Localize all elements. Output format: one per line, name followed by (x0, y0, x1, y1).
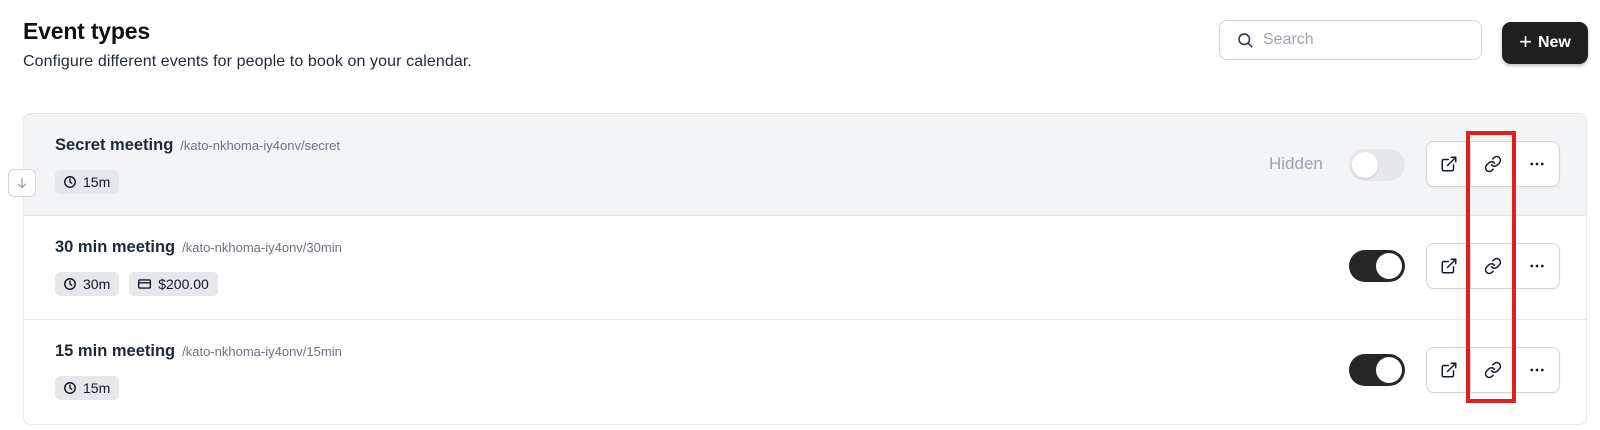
event-name[interactable]: 30 min meeting (55, 238, 175, 257)
event-slug: /kato-nkhoma-iy4onv/30min (182, 240, 342, 255)
external-link-icon (1441, 258, 1457, 274)
link-icon (1484, 361, 1502, 379)
event-name[interactable]: Secret meeting (55, 136, 173, 155)
copy-link-button[interactable] (1470, 348, 1514, 392)
toggle-knob (1376, 357, 1402, 383)
toggle-knob (1376, 253, 1402, 279)
preview-button[interactable] (1427, 244, 1470, 288)
clock-icon (64, 278, 76, 290)
arrow-down-icon (17, 177, 27, 189)
event-slug: /kato-nkhoma-iy4onv/15min (182, 344, 342, 359)
duration-value: 30m (83, 276, 111, 292)
visibility-toggle[interactable] (1349, 354, 1405, 386)
event-title: Secret meeting /kato-nkhoma-iy4onv/secre… (55, 136, 340, 155)
more-options-button[interactable] (1514, 348, 1559, 392)
more-horizontal-icon (1530, 368, 1544, 372)
search-box[interactable] (1219, 20, 1482, 60)
event-title: 15 min meeting /kato-nkhoma-iy4onv/15min (55, 342, 342, 361)
price-value: $200.00 (158, 276, 209, 292)
event-slug: /kato-nkhoma-iy4onv/secret (180, 138, 340, 153)
visibility-toggle[interactable] (1349, 149, 1405, 181)
clock-icon (64, 176, 76, 188)
row-action-group (1426, 347, 1560, 393)
event-types-list: Secret meeting /kato-nkhoma-iy4onv/secre… (23, 113, 1587, 425)
visibility-toggle[interactable] (1349, 250, 1405, 282)
duration-value: 15m (83, 380, 111, 396)
event-title: 30 min meeting /kato-nkhoma-iy4onv/30min (55, 238, 342, 257)
more-horizontal-icon (1530, 264, 1544, 268)
event-type-row[interactable]: 15 min meeting /kato-nkhoma-iy4onv/15min… (24, 320, 1586, 424)
event-badges: 15m (55, 170, 120, 194)
duration-badge: 15m (55, 170, 120, 194)
duration-badge: 15m (55, 376, 120, 400)
row-action-group (1426, 141, 1560, 187)
page-header: Event types Configure different events f… (23, 18, 472, 71)
more-horizontal-icon (1530, 162, 1544, 166)
external-link-icon (1441, 156, 1457, 172)
event-badges: 15m (55, 376, 120, 400)
page-title: Event types (23, 18, 150, 44)
link-icon (1484, 155, 1502, 173)
price-badge: $200.00 (129, 272, 218, 296)
preview-button[interactable] (1427, 142, 1470, 186)
hidden-label: Hidden (1269, 154, 1323, 173)
more-options-button[interactable] (1514, 244, 1559, 288)
row-action-group (1426, 243, 1560, 289)
clock-icon (64, 382, 76, 394)
duration-value: 15m (83, 174, 111, 190)
copy-link-button[interactable] (1470, 142, 1514, 186)
external-link-icon (1441, 362, 1457, 378)
preview-button[interactable] (1427, 348, 1470, 392)
search-input[interactable] (1263, 31, 1463, 49)
move-down-button[interactable] (8, 169, 36, 197)
search-icon (1236, 31, 1254, 49)
duration-badge: 30m (55, 272, 120, 296)
credit-card-icon (138, 279, 152, 289)
link-icon (1484, 257, 1502, 275)
new-event-type-button[interactable]: + New (1502, 22, 1588, 64)
toggle-knob (1352, 152, 1378, 178)
copy-link-button[interactable] (1470, 244, 1514, 288)
event-name[interactable]: 15 min meeting (55, 342, 175, 361)
event-type-row[interactable]: Secret meeting /kato-nkhoma-iy4onv/secre… (24, 114, 1586, 216)
event-badges: 30m $200.00 (55, 272, 218, 296)
plus-icon: + (1519, 29, 1532, 54)
event-type-row[interactable]: 30 min meeting /kato-nkhoma-iy4onv/30min… (24, 216, 1586, 320)
new-button-label: New (1537, 34, 1571, 51)
page-subtitle: Configure different events for people to… (23, 53, 472, 70)
more-options-button[interactable] (1514, 142, 1559, 186)
